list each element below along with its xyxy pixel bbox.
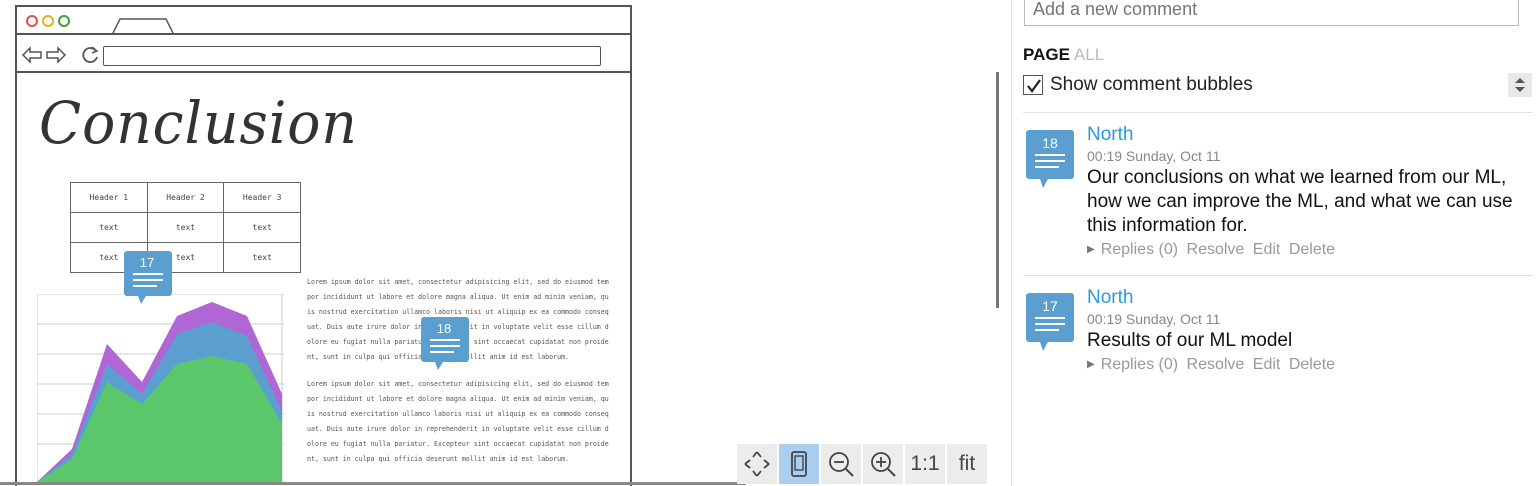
device-icon [791, 451, 807, 477]
reload-icon [82, 46, 99, 63]
lorem-paragraph-2: Lorem ipsum dolor sit amet, consectetur … [307, 380, 609, 463]
comment-bubble-17[interactable]: 17 [1026, 293, 1074, 351]
minimize-dot-icon [42, 15, 54, 27]
new-comment-input[interactable] [1024, 0, 1519, 26]
comment-number: 17 [1042, 298, 1058, 314]
horizontal-scrollbar[interactable] [0, 482, 746, 485]
maximize-dot-icon [58, 15, 70, 27]
comment-filter: PAGE ALL [1023, 45, 1104, 65]
comment-timestamp: 00:19 Sunday, Oct 11 [1087, 148, 1221, 164]
delete-link[interactable]: Delete [1289, 241, 1335, 258]
browser-wireframe: Conclusion Header 1 Header 2 Header 3 te… [15, 5, 632, 486]
filter-page-tab[interactable]: PAGE [1023, 45, 1070, 64]
replies-link[interactable]: Replies (0) [1101, 241, 1178, 258]
close-dot-icon [26, 15, 38, 27]
comment-actions: ▶ Replies (0) Resolve Edit Delete [1087, 238, 1527, 262]
table-header-cell: Header 1 [70, 182, 148, 213]
comment-body: North 00:19 Sunday, Oct 11 Results of ou… [1087, 287, 1527, 377]
resolve-link[interactable]: Resolve [1187, 241, 1245, 258]
comment-author[interactable]: North [1087, 287, 1527, 309]
canvas-comment-bubble-17[interactable]: 17 [124, 251, 172, 304]
edit-link[interactable]: Edit [1253, 356, 1281, 373]
table-cell: text [70, 212, 148, 243]
resolve-link[interactable]: Resolve [1187, 356, 1245, 373]
area-chart-sketch [37, 294, 284, 482]
table-cell: text [223, 242, 301, 273]
replies-link[interactable]: Replies (0) [1101, 356, 1178, 373]
fit-button[interactable]: fit [947, 444, 987, 484]
sort-spinner[interactable] [1508, 73, 1532, 97]
expand-triangle-icon[interactable]: ▶ [1087, 244, 1095, 255]
zoom-out-icon [829, 452, 854, 477]
filter-all-tab[interactable]: ALL [1074, 45, 1104, 64]
zoom-in-icon [871, 452, 896, 477]
comment-body: North 00:19 Sunday, Oct 11 Our conclusio… [1087, 124, 1527, 262]
bubble-number: 17 [139, 255, 155, 270]
table-cell: text [146, 212, 225, 243]
divider [1023, 275, 1533, 276]
edit-link[interactable]: Edit [1253, 241, 1281, 258]
show-bubbles-checkbox[interactable] [1023, 75, 1043, 95]
zoom-toolbar: 1:1 fit [737, 444, 987, 484]
show-bubbles-label: Show comment bubbles [1050, 74, 1253, 95]
table-cell: text [223, 212, 301, 243]
bubble-number: 18 [436, 321, 452, 336]
table-header-cell: Header 2 [146, 182, 225, 213]
url-bar [103, 46, 601, 66]
browser-tab-icon [112, 18, 174, 35]
zoom-in-button[interactable] [863, 444, 903, 484]
table-header-row: Header 1 Header 2 Header 3 [70, 182, 301, 213]
show-bubbles-toggle[interactable]: Show comment bubbles [1023, 74, 1253, 96]
expand-triangle-icon[interactable]: ▶ [1087, 359, 1095, 370]
move-icon [744, 451, 770, 477]
wireframe-navbar [17, 35, 630, 73]
comment-actions: ▶ Replies (0) Resolve Edit Delete [1087, 353, 1527, 377]
wireframe-titlebar [17, 7, 630, 35]
back-arrow-icon [21, 46, 42, 64]
comment-author[interactable]: North [1087, 124, 1527, 146]
zoom-out-button[interactable] [821, 444, 861, 484]
actual-size-button[interactable]: 1:1 [905, 444, 945, 484]
move-button[interactable] [737, 444, 777, 484]
comment-number: 18 [1042, 135, 1058, 151]
comment-timestamp: 00:19 Sunday, Oct 11 [1087, 311, 1221, 327]
delete-link[interactable]: Delete [1289, 356, 1335, 373]
table-row: text text text [70, 212, 301, 243]
comment-bubble-18[interactable]: 18 [1026, 130, 1074, 188]
checkmark-icon [1027, 79, 1041, 93]
comment-text: Our conclusions on what we learned from … [1087, 167, 1513, 236]
mockup-canvas[interactable]: Conclusion Header 1 Header 2 Header 3 te… [0, 0, 1010, 486]
sort-arrows-icon [1515, 78, 1525, 92]
device-button[interactable] [779, 444, 819, 484]
wireframe-table: Header 1 Header 2 Header 3 text text tex… [70, 182, 301, 273]
vertical-scrollbar[interactable] [996, 72, 999, 308]
canvas-comment-bubble-18[interactable]: 18 [421, 317, 469, 370]
table-header-cell: Header 3 [223, 182, 301, 213]
page-heading: Conclusion [39, 89, 358, 157]
comment-text: Results of our ML model [1087, 330, 1293, 351]
comments-panel: PAGEALL Show comment bubbles 18 No [1011, 0, 1536, 486]
divider [1023, 112, 1533, 113]
forward-arrow-icon [46, 46, 67, 64]
table-row: text text text [70, 242, 301, 273]
